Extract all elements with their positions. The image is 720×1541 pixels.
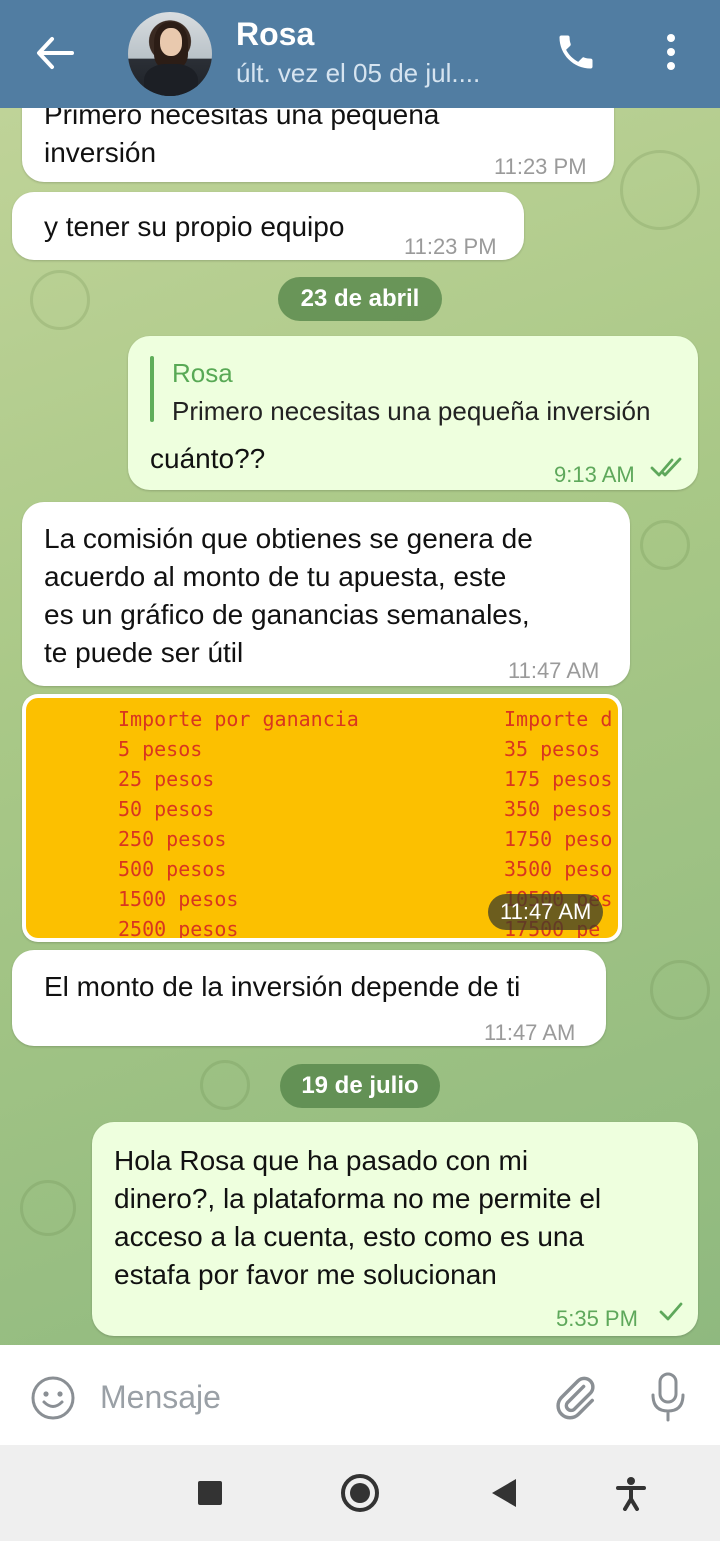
attach-button[interactable]: [552, 1373, 598, 1421]
table-cell: 25 pesos: [118, 767, 215, 791]
more-vertical-icon: [667, 62, 675, 70]
image-time: 11:47 AM: [488, 894, 604, 930]
message-input[interactable]: [100, 1375, 520, 1419]
contact-status: últ. vez el 05 de jul....: [236, 58, 481, 88]
accessibility-icon: [616, 1477, 646, 1511]
avatar-face: [160, 28, 182, 56]
message-text: Hola Rosa que ha pasado con mi: [114, 1145, 529, 1176]
message-text: inversión: [44, 137, 157, 168]
phone-icon: [559, 35, 593, 69]
message-time: 11:23 PM: [494, 154, 587, 179]
table-cell: 1500 pesos: [118, 887, 239, 911]
voice-message-button[interactable]: [648, 1371, 688, 1423]
emoji-button[interactable]: [30, 1375, 76, 1421]
message-time: 9:13 AM: [554, 462, 635, 487]
background-doodle: [200, 1060, 250, 1110]
more-vertical-icon: [667, 48, 675, 56]
message-text: dinero?, la plataforma no me permite el: [114, 1183, 602, 1214]
reply-author[interactable]: Rosa: [172, 354, 233, 392]
message-time: 5:35 PM: [556, 1306, 638, 1331]
reply-text[interactable]: Primero necesitas una pequeña inversión: [172, 392, 650, 430]
background-doodle: [30, 270, 90, 330]
triangle-icon[interactable]: [492, 1479, 516, 1507]
reply-quote-bar: [150, 356, 154, 422]
more-vertical-icon: [667, 34, 675, 42]
table-cell: 50 pesos: [118, 797, 215, 821]
chat-header: Rosa últ. vez el 05 de jul....: [0, 0, 720, 108]
table-cell: 5 pesos: [118, 737, 203, 761]
message-time: 11:23 PM: [404, 234, 497, 259]
table-cell: 175 pesos: [504, 767, 613, 791]
image-message[interactable]: Importe por ganancia 5 pesos 25 pesos 50…: [22, 694, 622, 942]
avatar-body: [144, 64, 198, 96]
table-header: Importe d: [504, 707, 613, 731]
message-text: acuerdo al monto de tu apuesta, este: [44, 561, 507, 592]
message-text: es un gráfico de ganancias semanales,: [44, 599, 530, 630]
message-time: 11:47 AM: [508, 658, 600, 683]
table-cell: 2500 pesos: [118, 917, 239, 938]
message-bubble-outgoing[interactable]: Rosa Primero necesitas una pequeña inver…: [128, 336, 698, 490]
accessibility-button[interactable]: [614, 1475, 648, 1511]
avatar[interactable]: [128, 12, 212, 96]
message-composer: [0, 1345, 720, 1445]
background-doodle: [20, 1180, 76, 1236]
message-text: La comisión que obtienes se genera de: [44, 523, 533, 554]
message-time: 11:47 AM: [484, 1020, 576, 1045]
table-cell: 250 pesos: [118, 827, 227, 851]
paperclip-icon: [556, 1376, 595, 1420]
square-icon[interactable]: [198, 1481, 222, 1505]
background-doodle: [620, 150, 700, 230]
system-navigation-bar: [0, 1445, 720, 1541]
message-bubble-incoming[interactable]: El monto de la inversión depende de ti 1…: [12, 950, 606, 1046]
message-bubble-outgoing[interactable]: Hola Rosa que ha pasado con mi dinero?, …: [92, 1122, 698, 1336]
call-button[interactable]: [554, 30, 598, 74]
date-separator: 19 de julio: [280, 1064, 440, 1108]
message-text: El monto de la inversión depende de ti: [44, 971, 521, 1002]
message-text: estafa por favor me solucionan: [114, 1259, 497, 1290]
message-text: te puede ser útil: [44, 637, 244, 668]
background-doodle: [640, 520, 690, 570]
table-cell: 3500 peso: [504, 857, 613, 881]
message-bubble-incoming[interactable]: La comisión que obtienes se genera de ac…: [22, 502, 630, 686]
back-button[interactable]: [34, 34, 76, 72]
microphone-icon: [651, 1372, 685, 1422]
table-cell: 1750 peso: [504, 827, 613, 851]
more-options-button[interactable]: [662, 30, 680, 74]
background-doodle: [650, 960, 710, 1020]
table-cell: 350 pesos: [504, 797, 613, 821]
message-text: acceso a la cuenta, esto como es una: [114, 1221, 585, 1252]
contact-name[interactable]: Rosa: [236, 16, 314, 53]
date-separator: 23 de abril: [278, 277, 442, 321]
table-column-amount: Importe por ganancia 5 pesos 25 pesos 50…: [118, 704, 359, 938]
single-check-icon: [659, 1302, 683, 1321]
table-cell: 500 pesos: [118, 857, 227, 881]
message-text: cuánto??: [150, 443, 266, 474]
table-cell: 35 pesos: [504, 737, 601, 761]
table-header: Importe por ganancia: [118, 707, 359, 731]
double-check-icon: [650, 457, 682, 477]
smiley-icon: [31, 1376, 75, 1420]
arrow-left-icon: [37, 37, 74, 69]
circle-icon[interactable]: [341, 1474, 379, 1512]
message-bubble-incoming[interactable]: y tener su propio equipo 11:23 PM: [12, 192, 524, 260]
earnings-table-image[interactable]: Importe por ganancia 5 pesos 25 pesos 50…: [26, 698, 618, 938]
message-text: y tener su propio equipo: [44, 211, 345, 242]
